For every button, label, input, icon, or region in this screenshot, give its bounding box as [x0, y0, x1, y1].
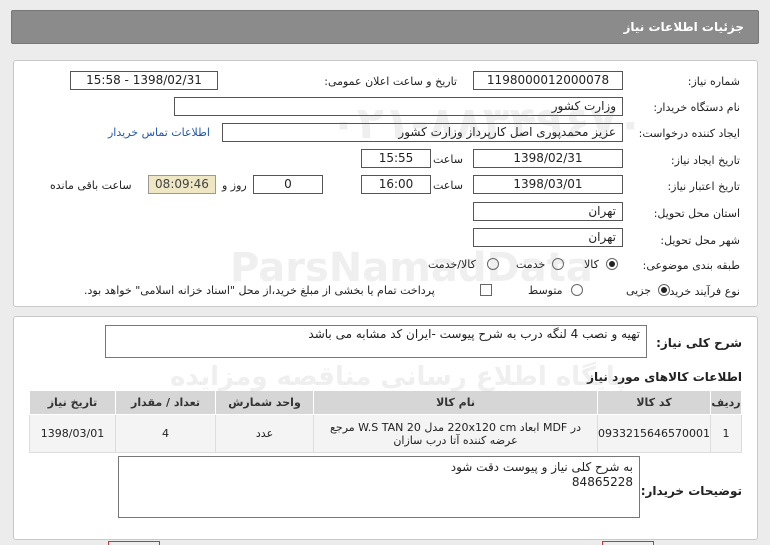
- col-qty: تعداد / مقدار: [115, 390, 217, 415]
- cell-row: 1: [710, 414, 742, 453]
- buyer-notes-field[interactable]: به شرح کلی نیاز و پیوست دقت شود 84865228: [118, 456, 640, 518]
- created-time-label: ساعت: [433, 153, 463, 166]
- summary-label: شرح کلی نیاز:: [656, 336, 742, 350]
- validity-date-field[interactable]: 1398/03/01: [473, 175, 623, 194]
- buyer-contact-link[interactable]: اطلاعات تماس خریدار: [108, 126, 210, 139]
- buyer-notes-line1: به شرح کلی نیاز و پیوست دقت شود: [450, 460, 633, 474]
- col-unit: واحد شمارش: [215, 390, 315, 415]
- col-row: ردیف: [710, 390, 742, 415]
- province-field[interactable]: تهران: [473, 202, 623, 221]
- remaining-time-label: ساعت باقی مانده: [50, 179, 132, 192]
- cell-unit: عدد: [215, 414, 315, 453]
- category-goods-label: کالا: [584, 258, 599, 271]
- need-number-field[interactable]: 1198000012000078: [473, 71, 623, 90]
- process-medium-radio[interactable]: [571, 284, 583, 296]
- category-goods-radio[interactable]: [606, 258, 618, 270]
- category-service-radio[interactable]: [552, 258, 564, 270]
- announce-label: تاریخ و ساعت اعلان عمومی:: [324, 75, 457, 88]
- treasury-payment-note: پرداخت تمام یا بخشی از مبلغ خرید،از محل …: [84, 284, 435, 297]
- process-minor-radio[interactable]: [658, 284, 670, 296]
- created-time-field[interactable]: 15:55: [361, 149, 431, 168]
- bottom-button-right[interactable]: [602, 541, 654, 545]
- process-medium-label: متوسط: [528, 284, 563, 297]
- col-code: کد کالا: [597, 390, 711, 415]
- category-goods-service-label: کالا/خدمت: [428, 258, 476, 271]
- bottom-button-left[interactable]: [108, 541, 160, 545]
- requester-label: ایجاد کننده درخواست:: [638, 127, 740, 140]
- category-goods-service-radio[interactable]: [487, 258, 499, 270]
- requester-field[interactable]: عزیز محمدپوری اصل کارپرداز وزارت کشور: [222, 123, 623, 142]
- page-header: جزئیات اطلاعات نیاز: [11, 10, 759, 44]
- announce-datetime-field[interactable]: 1398/02/31 - 15:58: [70, 71, 218, 90]
- process-label: نوع فرآیند خرید :: [662, 285, 740, 298]
- buyer-notes-label: توضیحات خریدار:: [640, 484, 742, 498]
- validity-date-label: تاریخ اعتبار نیاز:: [667, 180, 740, 193]
- process-minor-label: جزیی: [626, 284, 652, 297]
- summary-text-field[interactable]: تهیه و نصب 4 لنگه درب به شرح پیوست -ایرا…: [105, 325, 647, 358]
- page-title: جزئیات اطلاعات نیاز: [623, 20, 744, 34]
- remaining-time-field: 08:09:46: [148, 175, 216, 194]
- cell-qty: 4: [115, 414, 217, 453]
- items-title: اطلاعات کالاهای مورد نیاز: [587, 370, 742, 384]
- buyer-org-field[interactable]: وزارت کشور: [174, 97, 623, 116]
- days-label: روز و: [222, 179, 247, 192]
- treasury-payment-checkbox[interactable]: [480, 284, 492, 296]
- table-row[interactable]: 1 0933215646570001 در MDF ابعاد 220x120 …: [28, 414, 742, 453]
- col-date: تاریخ نیاز: [28, 390, 117, 415]
- cell-code: 0933215646570001: [597, 414, 711, 453]
- need-number-label: شماره نیاز:: [687, 75, 740, 88]
- cell-date: 1398/03/01: [28, 414, 117, 453]
- province-label: استان محل تحویل:: [653, 207, 740, 220]
- buyer-org-label: نام دستگاه خریدار:: [653, 101, 740, 114]
- created-date-label: تاریخ ایجاد نیاز:: [670, 154, 740, 167]
- cell-name: در MDF ابعاد 220x120 cm مدل W.S TAN 20 م…: [313, 414, 599, 453]
- created-date-field[interactable]: 1398/02/31: [473, 149, 623, 168]
- city-field[interactable]: تهران: [473, 228, 623, 247]
- category-service-label: خدمت: [516, 258, 546, 271]
- col-name: نام کالا: [313, 390, 599, 415]
- buyer-notes-line2: 84865228: [571, 475, 633, 489]
- validity-time-label: ساعت: [433, 179, 463, 192]
- city-label: شهر محل تحویل:: [660, 234, 740, 247]
- items-table: ردیف کد کالا نام کالا واحد شمارش تعداد /…: [28, 390, 742, 453]
- remaining-days-field[interactable]: 0: [253, 175, 323, 194]
- category-label: طبقه بندی موضوعی:: [642, 259, 740, 272]
- validity-time-field[interactable]: 16:00: [361, 175, 431, 194]
